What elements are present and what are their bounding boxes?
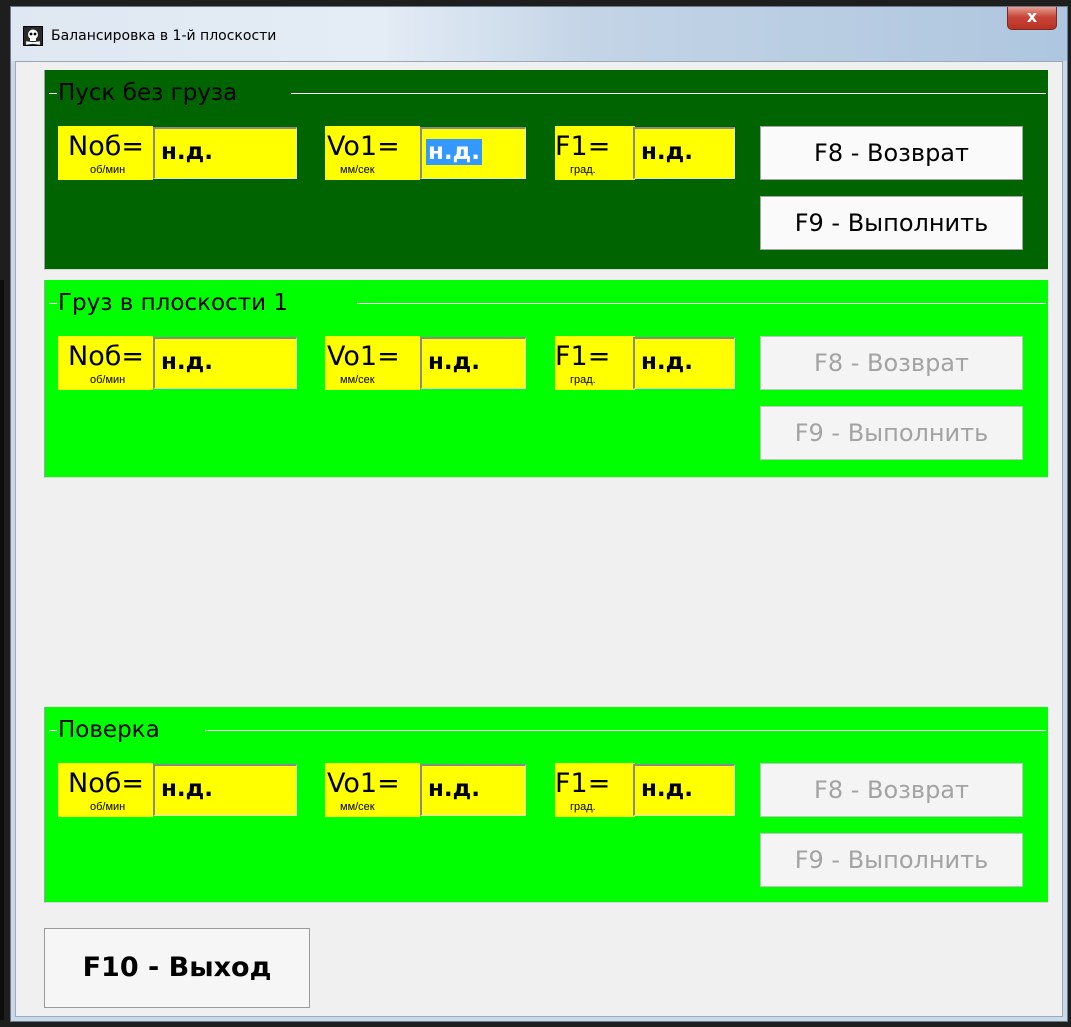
velocity-value: н.д. xyxy=(426,139,482,165)
panel-frame-line xyxy=(49,730,57,731)
panel-frame-line xyxy=(205,730,1046,731)
panel-verification: Поверка Nоб= об/мин н.д. Vo1= мм/сек н.д… xyxy=(44,707,1048,903)
velocity-label-text: Vo1= xyxy=(327,768,400,799)
velocity-value: н.д. xyxy=(428,776,480,802)
phase-label: F1= град. xyxy=(555,126,635,180)
title-bar[interactable]: Балансировка в 1-й плоскости x xyxy=(11,7,1067,61)
rpm-field[interactable]: н.д. xyxy=(153,337,297,389)
phase-label-text: F1= xyxy=(555,341,611,372)
phase-field[interactable]: н.д. xyxy=(633,127,735,179)
client-area: Пуск без груза Nоб= об/мин н.д. Vo1= мм/… xyxy=(15,61,1063,1017)
dialog-window: Балансировка в 1-й плоскости x Пуск без … xyxy=(10,6,1068,1022)
window-title: Балансировка в 1-й плоскости xyxy=(51,28,277,44)
rpm-unit: об/мин xyxy=(90,374,126,386)
phase-label-text: F1= xyxy=(555,768,611,799)
rpm-value: н.д. xyxy=(161,776,213,802)
background-edge xyxy=(0,280,4,1020)
velocity-label-text: Vo1= xyxy=(327,341,400,372)
skull-app-icon[interactable] xyxy=(23,26,43,46)
panel-weight-in-plane-1: Груз в плоскости 1 Nоб= об/мин н.д. Vo1=… xyxy=(44,280,1048,478)
panel-run-without-weight: Пуск без груза Nоб= об/мин н.д. Vo1= мм/… xyxy=(44,70,1048,270)
phase-value: н.д. xyxy=(641,349,693,375)
panel-header-bar xyxy=(45,707,1048,723)
exit-button[interactable]: F10 - Выход xyxy=(44,928,310,1008)
rpm-label-text: Nоб= xyxy=(68,341,144,372)
rpm-field[interactable]: н.д. xyxy=(153,127,297,179)
run-button[interactable]: F9 - Выполнить xyxy=(760,196,1023,250)
velocity-unit: мм/сек xyxy=(340,801,375,813)
rpm-field[interactable]: н.д. xyxy=(153,764,297,816)
panel-title: Поверка xyxy=(58,717,160,743)
back-button[interactable]: F8 - Возврат xyxy=(760,336,1023,390)
velocity-field[interactable]: н.д. xyxy=(420,127,526,179)
phase-label: F1= град. xyxy=(555,763,635,817)
rpm-value: н.д. xyxy=(161,349,213,375)
phase-label-text: F1= xyxy=(555,131,611,162)
rpm-label: Nоб= об/мин xyxy=(58,763,153,817)
panel-frame-line xyxy=(49,303,57,304)
velocity-field[interactable]: н.д. xyxy=(420,337,526,389)
panel-title: Груз в плоскости 1 xyxy=(58,290,288,316)
panel-frame-line xyxy=(49,93,57,94)
rpm-unit: об/мин xyxy=(90,164,126,176)
run-button[interactable]: F9 - Выполнить xyxy=(760,406,1023,460)
phase-unit: град. xyxy=(570,374,596,386)
rpm-label-text: Nоб= xyxy=(68,131,144,162)
phase-value: н.д. xyxy=(641,776,693,802)
phase-field[interactable]: н.д. xyxy=(633,337,735,389)
phase-field[interactable]: н.д. xyxy=(633,764,735,816)
close-icon: x xyxy=(1026,7,1038,26)
close-button[interactable]: x xyxy=(1007,7,1057,30)
phase-value: н.д. xyxy=(641,139,693,165)
rpm-label: Nоб= об/мин xyxy=(58,126,153,180)
velocity-unit: мм/сек xyxy=(340,374,375,386)
velocity-unit: мм/сек xyxy=(340,164,375,176)
back-button[interactable]: F8 - Возврат xyxy=(760,763,1023,817)
run-button[interactable]: F9 - Выполнить xyxy=(760,833,1023,887)
rpm-label-text: Nоб= xyxy=(68,768,144,799)
velocity-label: Vo1= мм/сек xyxy=(325,763,420,817)
velocity-field[interactable]: н.д. xyxy=(420,764,526,816)
velocity-label: Vo1= мм/сек xyxy=(325,126,420,180)
velocity-label: Vo1= мм/сек xyxy=(325,336,420,390)
phase-unit: град. xyxy=(570,164,596,176)
phase-label: F1= град. xyxy=(555,336,635,390)
panel-title: Пуск без груза xyxy=(58,80,238,106)
velocity-label-text: Vo1= xyxy=(327,131,400,162)
rpm-label: Nоб= об/мин xyxy=(58,336,153,390)
panel-frame-line xyxy=(357,303,1046,304)
back-button[interactable]: F8 - Возврат xyxy=(760,126,1023,180)
rpm-unit: об/мин xyxy=(90,801,126,813)
panel-frame-line xyxy=(291,93,1046,94)
rpm-value: н.д. xyxy=(161,139,213,165)
phase-unit: град. xyxy=(570,801,596,813)
velocity-value: н.д. xyxy=(428,349,480,375)
